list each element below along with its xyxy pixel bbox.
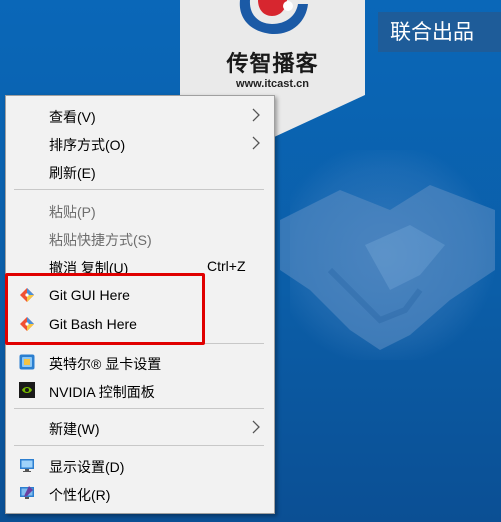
menu-item-label: 显示设置(D) [49,459,125,475]
menu-item-paste-shortcut[interactable]: 粘贴快捷方式(S) [7,225,273,251]
logo-url: www.itcast.cn [236,78,309,90]
menu-item-label: 个性化(R) [49,487,111,503]
menu-item-intel-graphics[interactable]: 英特尔® 显卡设置 [7,349,273,375]
menu-item-label: NVIDIA 控制面板 [49,384,155,400]
menu-item-label: 新建(W) [49,421,100,437]
menu-item-shortcut: Ctrl+Z [207,258,246,274]
menu-item-label: 粘贴快捷方式(S) [49,232,152,248]
menu-item-label: 刷新(E) [49,165,96,181]
menu-item-label: 排序方式(O) [49,137,126,153]
itcast-logo-icon [239,0,308,35]
menu-item-sort[interactable]: 排序方式(O) [7,130,273,156]
menu-item-label: 英特尔® 显卡设置 [49,356,162,372]
menu-item-refresh[interactable]: 刷新(E) [7,158,273,184]
display-settings-icon [20,459,34,472]
menu-item-label: 粘贴(P) [49,204,96,220]
menu-item-label: 查看(V) [49,109,96,125]
menu-item-display-settings[interactable]: 显示设置(D) [7,452,273,478]
menu-separator [14,408,264,409]
git-items-highlight [5,273,205,345]
chevron-right-icon [252,420,260,434]
logo-title: 传智播客 [226,52,319,77]
menu-separator [14,189,264,190]
menu-item-personalize[interactable]: 个性化(R) [7,480,273,506]
chevron-right-icon [252,108,260,122]
chevron-right-icon [252,136,260,150]
menu-item-paste[interactable]: 粘贴(P) [7,197,273,223]
top-banner: 联合出品 [378,12,501,52]
menu-item-nvidia[interactable]: NVIDIA 控制面板 [7,377,273,403]
menu-item-view[interactable]: 查看(V) [7,102,273,128]
intel-graphics-icon [19,354,35,370]
menu-item-new[interactable]: 新建(W) [7,414,273,440]
handshake-watermark-icon [280,185,495,350]
menu-separator [14,445,264,446]
personalize-icon [20,486,34,499]
nvidia-icon [19,382,35,398]
